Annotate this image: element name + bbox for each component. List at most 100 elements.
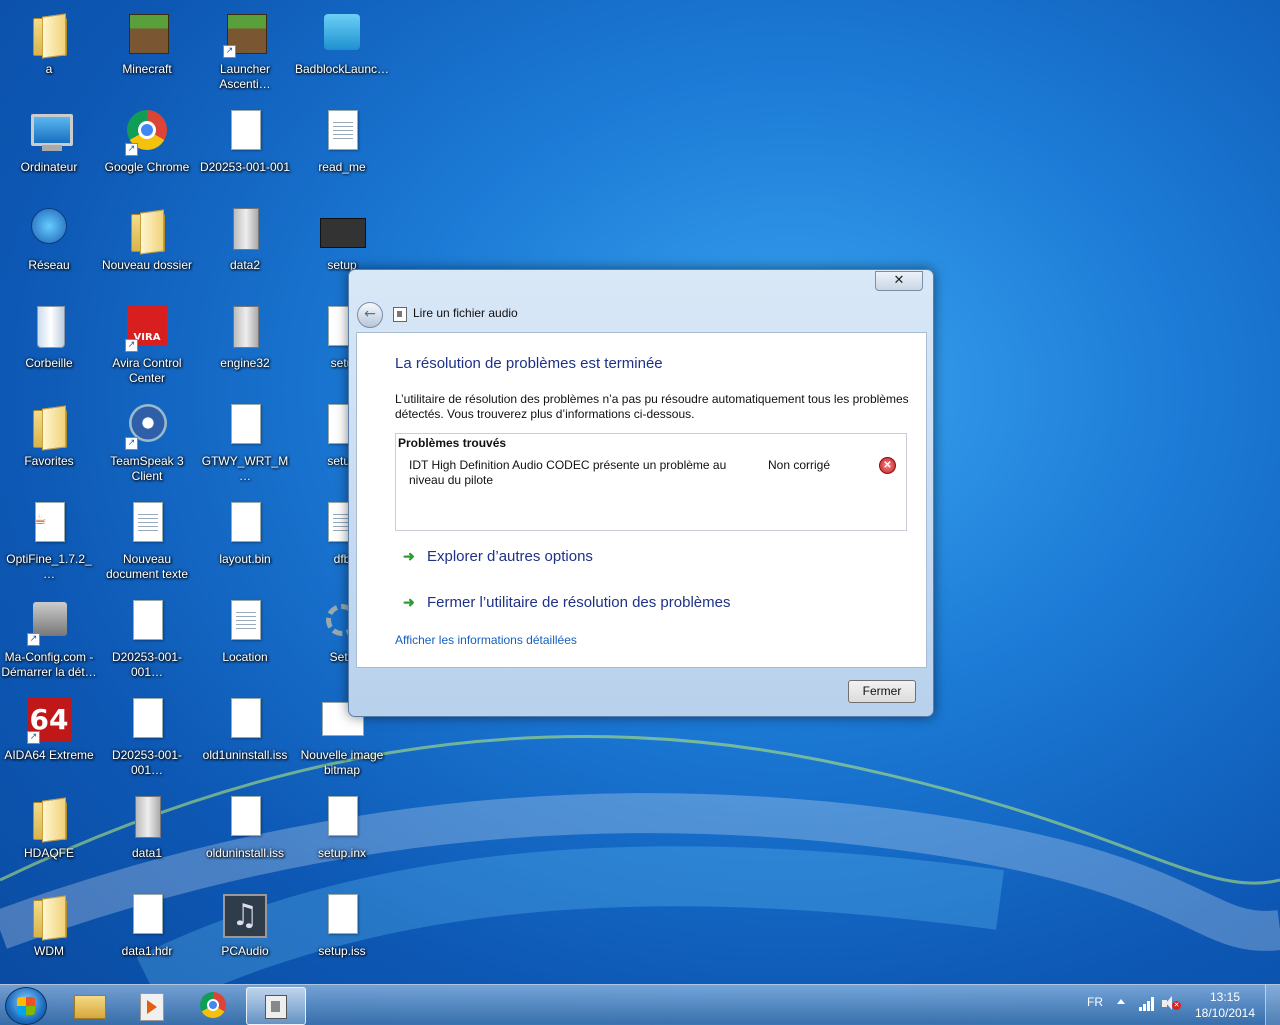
problems-found-header: Problèmes trouvés (398, 436, 507, 450)
desktop-icon-data1[interactable]: data1 (99, 788, 195, 880)
desktop-icon-new-folder[interactable]: Nouveau dossier (99, 200, 195, 292)
desktop-icon-d20253-a[interactable]: D20253-001-001… (99, 592, 195, 684)
desktop-icon-old1uninstall[interactable]: old1uninstall.iss (197, 690, 293, 782)
user-folder-icon (25, 10, 73, 58)
audio-troubleshooter-icon (265, 995, 287, 1019)
desktop-icon-read-me[interactable]: read_me (294, 102, 390, 194)
desktop-icon-setup-iss[interactable]: setup.iss (294, 886, 390, 978)
desktop-icon-label: olduninstall.iss (205, 846, 285, 860)
taskbar-explorer[interactable] (60, 987, 118, 1023)
desktop-icon-label: OptiFine_1.7.2_… (6, 552, 92, 581)
option-label: Fermer l’utilitaire de résolution des pr… (427, 594, 731, 611)
desktop-icon-gtwy[interactable]: GTWY_WRT_M… (197, 396, 293, 488)
clock[interactable]: 13:15 18/10/2014 (1190, 989, 1260, 1021)
view-details-link[interactable]: Afficher les informations détaillées (395, 633, 577, 647)
desktop-icon-user-folder[interactable]: a (1, 4, 97, 96)
desktop-icon-badblock[interactable]: BadblockLaunc… (294, 4, 390, 96)
show-hidden-icons-icon[interactable] (1117, 999, 1125, 1004)
show-desktop-button[interactable] (1265, 985, 1280, 1025)
folder-icon (123, 206, 171, 254)
setup-board-icon (318, 206, 366, 254)
desktop-icon-label: TeamSpeak 3 Client (110, 454, 184, 483)
desktop-icon-label: Nouveau document texte (105, 552, 189, 581)
start-button[interactable] (5, 987, 47, 1025)
taskbar: FR ✕ 13:15 18/10/2014 (0, 984, 1280, 1025)
language-indicator[interactable]: FR (1087, 995, 1103, 1009)
desktop-icon-maconfig[interactable]: ↗ Ma-Config.com - Démarrer la dét… (1, 592, 97, 684)
java-file-icon: ☕ (25, 500, 73, 548)
file-icon (221, 402, 269, 450)
text-file-icon (123, 500, 171, 548)
folder-icon (25, 794, 73, 842)
desktop-icon-label: old1uninstall.iss (202, 748, 288, 762)
taskbar-chrome[interactable] (184, 987, 242, 1023)
volume-muted-icon[interactable]: ✕ (1162, 996, 1181, 1012)
back-arrow-icon[interactable]: ← (357, 302, 383, 328)
desktop-icon-network[interactable]: Réseau (1, 200, 97, 292)
desktop-icon-label: Nouvelle image bitmap (300, 748, 384, 777)
file-icon (318, 794, 366, 842)
desktop-icon-chrome[interactable]: ↗ Google Chrome (99, 102, 195, 194)
desktop-icon-minecraft[interactable]: Minecraft (99, 4, 195, 96)
desktop-icon-aida64[interactable]: 64 ↗ AIDA64 Extreme (1, 690, 97, 782)
desktop-icon-label: Réseau (28, 258, 70, 272)
desktop-icon-olduninstall[interactable]: olduninstall.iss (197, 788, 293, 880)
aida64-icon: 64 ↗ (25, 696, 73, 744)
desktop-icon-label: PCAudio (221, 944, 269, 958)
desktop-icon-optifine[interactable]: ☕ OptiFine_1.7.2_… (1, 494, 97, 586)
taskbar-media-player[interactable] (122, 987, 180, 1023)
close-troubleshooter-link[interactable]: ➜ Fermer l’utilitaire de résolution des p… (403, 594, 730, 611)
desktop-icon-hdaqfe[interactable]: HDAQFE (1, 788, 97, 880)
desktop-icon-recycle-bin[interactable]: Corbeille (1, 298, 97, 390)
avira-icon: VIRA ↗ (123, 304, 171, 352)
desktop-icon-label: Location (222, 650, 268, 664)
folder-icon (25, 402, 73, 450)
taskbar-troubleshooter[interactable] (246, 987, 306, 1025)
desktop-icon-label: D20253-001-001… (111, 650, 183, 679)
network-icon (25, 206, 73, 254)
desktop-icon-label: D20253-001-001 (199, 160, 291, 174)
close-icon[interactable]: ✕ (875, 271, 923, 291)
desktop-icon-favorites[interactable]: Favorites (1, 396, 97, 488)
close-button[interactable]: Fermer (848, 680, 916, 703)
desktop-icon-engine32[interactable]: engine32 (197, 298, 293, 390)
desktop-icon-data2[interactable]: data2 (197, 200, 293, 292)
cabinet-icon (221, 206, 269, 254)
chrome-icon (200, 992, 226, 1018)
explore-options-link[interactable]: ➜ Explorer d’autres options (403, 548, 593, 565)
desktop-icon-location[interactable]: Location (197, 592, 293, 684)
error-icon: ✕ (879, 457, 896, 474)
text-file-icon (221, 598, 269, 646)
desktop-icon-teamspeak[interactable]: ↗ TeamSpeak 3 Client (99, 396, 195, 488)
desktop-icon-new-text-doc[interactable]: Nouveau document texte (99, 494, 195, 586)
network-signal-icon[interactable] (1139, 997, 1155, 1011)
file-icon (123, 892, 171, 940)
desktop-icon-label: layout.bin (219, 552, 271, 566)
desktop-icon-setup-inx[interactable]: setup.inx (294, 788, 390, 880)
chrome-icon: ↗ (123, 108, 171, 156)
desktop-icon-label: Launcher Ascenti… (219, 62, 271, 91)
desktop-icon-label: engine32 (220, 356, 270, 370)
desktop-icon-layout-bin[interactable]: layout.bin (197, 494, 293, 586)
minecraft-icon (123, 10, 171, 58)
desktop-icon-avira[interactable]: VIRA ↗ Avira Control Center (99, 298, 195, 390)
folder-icon (25, 892, 73, 940)
troubleshooter-dialog: ✕ ← Lire un fichier audio La résolution … (348, 269, 934, 717)
result-description: L’utilitaire de résolution des problèmes… (395, 392, 909, 421)
desktop-icon-launcher[interactable]: ↗ Launcher Ascenti… (197, 4, 293, 96)
dialog-content: La résolution de problèmes est terminée … (356, 332, 927, 668)
desktop-icon-d20253-calendar[interactable]: D20253-001-001 (197, 102, 293, 194)
problem-status: Non corrigé (768, 458, 831, 472)
desktop-icon-wdm[interactable]: WDM (1, 886, 97, 978)
desktop-icon-data1-hdr[interactable]: data1.hdr (99, 886, 195, 978)
desktop-icon-label: Corbeille (25, 356, 73, 370)
recycle-bin-icon (25, 304, 73, 352)
desktop-icon-pcaudio[interactable]: ♫ PCAudio (197, 886, 293, 978)
desktop-icon-computer[interactable]: Ordinateur (1, 102, 97, 194)
desktop-icon-label: setup.inx (317, 846, 367, 860)
file-icon (318, 892, 366, 940)
desktop-icon-label: Favorites (24, 454, 74, 468)
computer-icon (25, 108, 73, 156)
desktop-icon-d20253-b[interactable]: D20253-001-001… (99, 690, 195, 782)
page-heading: La résolution de problèmes est terminée (395, 355, 663, 372)
